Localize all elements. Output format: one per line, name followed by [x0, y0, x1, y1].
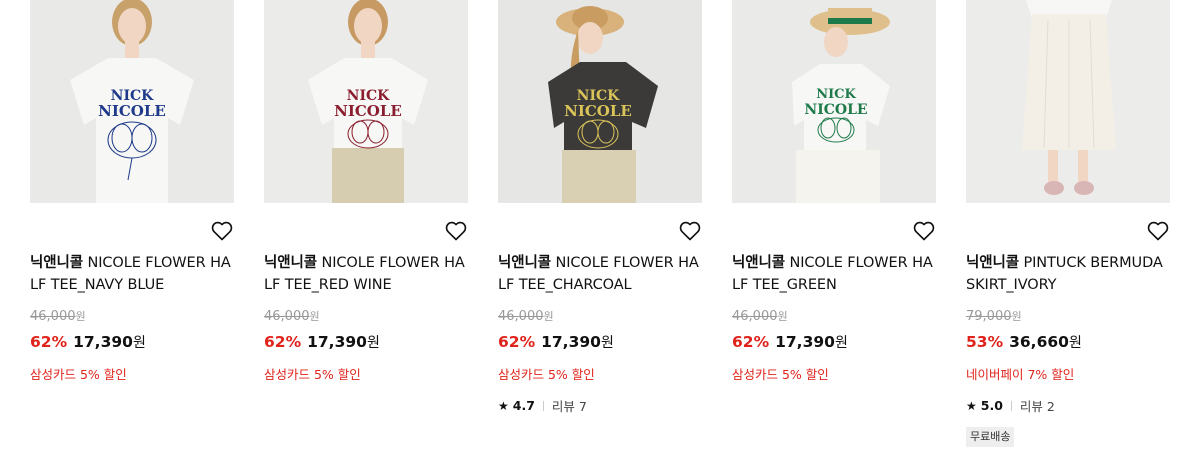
product-image[interactable]: NICK NICOLE: [264, 0, 468, 203]
original-price-unit: 원: [543, 310, 554, 323]
divider: [542, 400, 544, 411]
product-grid: NICK NICOLE 닉앤니콜 NICOLE FLOWER HALF TEE_…: [0, 0, 1177, 456]
product-title[interactable]: 닉앤니콜 NICOLE FLOWER HALF TEE_RED WINE: [264, 252, 468, 296]
review-count: 리뷰 2: [1019, 399, 1055, 414]
sale-price-unit: 원: [600, 335, 614, 351]
original-price: 79,000원: [966, 308, 1022, 324]
product-card[interactable]: NICK NICOLE 닉앤니콜 NICOLE FLOWER HALF TEE_…: [264, 0, 468, 382]
sale-price: 53% 36,660원: [966, 332, 1082, 352]
product-card[interactable]: NICK NICOLE 닉앤니콜 NICOLE FLOWER HALF TEE_…: [732, 0, 936, 382]
heart-icon[interactable]: [210, 219, 234, 243]
heart-icon[interactable]: [678, 219, 702, 243]
promo-text: 삼성카드 5% 할인: [732, 367, 829, 382]
free-shipping-badge: 무료배송: [966, 427, 1015, 447]
product-card[interactable]: 닉앤니콜 PINTUCK BERMUDA SKIRT_IVORY 79,000원…: [966, 0, 1170, 447]
original-price-unit: 원: [75, 310, 86, 323]
svg-text:NICOLE: NICOLE: [804, 102, 867, 118]
original-price: 46,000원: [732, 308, 788, 324]
product-title[interactable]: 닉앤니콜 NICOLE FLOWER HALF TEE_GREEN: [732, 252, 936, 296]
discount-rate: 62%: [30, 333, 68, 351]
heart-icon[interactable]: [1146, 219, 1170, 243]
heart-icon[interactable]: [912, 219, 936, 243]
product-brand: 닉앤니콜: [264, 255, 317, 271]
svg-text:NICOLE: NICOLE: [564, 102, 632, 120]
original-price: 46,000원: [498, 308, 554, 324]
sale-price: 62% 17,390원: [498, 332, 614, 352]
star-icon: ★: [498, 398, 509, 413]
sale-price: 62% 17,390원: [732, 332, 848, 352]
product-card[interactable]: NICK NICOLE 닉앤니콜 NICOLE FLOWER HALF TEE_…: [30, 0, 234, 382]
original-price-unit: 원: [309, 310, 320, 323]
product-brand: 닉앤니콜: [732, 255, 785, 271]
sale-price-value: 17,390: [541, 333, 601, 351]
sale-price-unit: 원: [834, 335, 848, 351]
product-title[interactable]: 닉앤니콜 PINTUCK BERMUDA SKIRT_IVORY: [966, 252, 1170, 296]
original-price-value: 79,000: [966, 309, 1012, 324]
promo-text: 네이버페이 7% 할인: [966, 367, 1075, 382]
sale-price-value: 17,390: [73, 333, 133, 351]
product-brand: 닉앤니콜: [498, 255, 551, 271]
discount-rate: 62%: [264, 333, 302, 351]
product-brand: 닉앤니콜: [966, 255, 1019, 271]
product-image[interactable]: NICK NICOLE: [732, 0, 936, 203]
rating-row[interactable]: ★ 4.7 리뷰 7: [498, 396, 587, 415]
rating-row[interactable]: ★ 5.0 리뷰 2: [966, 396, 1055, 415]
product-image[interactable]: NICK NICOLE: [30, 0, 234, 203]
sale-price-value: 36,660: [1009, 333, 1069, 351]
svg-text:NICOLE: NICOLE: [334, 102, 402, 120]
heart-icon[interactable]: [444, 219, 468, 243]
svg-text:NICK: NICK: [816, 87, 856, 102]
original-price-value: 46,000: [732, 309, 778, 324]
product-title[interactable]: 닉앤니콜 NICOLE FLOWER HALF TEE_CHARCOAL: [498, 252, 702, 296]
sale-price-value: 17,390: [307, 333, 367, 351]
original-price: 46,000원: [264, 308, 320, 324]
sale-price: 62% 17,390원: [30, 332, 146, 352]
sale-price-unit: 원: [366, 335, 380, 351]
sale-price-unit: 원: [132, 335, 146, 351]
original-price-unit: 원: [1011, 310, 1022, 323]
discount-rate: 53%: [966, 333, 1004, 351]
original-price-value: 46,000: [498, 309, 544, 324]
review-count: 리뷰 7: [551, 399, 587, 414]
product-image[interactable]: NICK NICOLE: [498, 0, 702, 203]
promo-text: 삼성카드 5% 할인: [30, 367, 127, 382]
discount-rate: 62%: [498, 333, 536, 351]
rating-score: 5.0: [980, 398, 1003, 413]
discount-rate: 62%: [732, 333, 770, 351]
original-price: 46,000원: [30, 308, 86, 324]
divider: [1010, 400, 1012, 411]
rating-score: 4.7: [512, 398, 535, 413]
product-card[interactable]: NICK NICOLE 닉앤니콜 NICOLE FLOWER HALF TEE_…: [498, 0, 702, 414]
svg-text:NICOLE: NICOLE: [98, 102, 166, 120]
original-price-unit: 원: [777, 310, 788, 323]
product-title[interactable]: 닉앤니콜 NICOLE FLOWER HALF TEE_NAVY BLUE: [30, 252, 234, 296]
original-price-value: 46,000: [30, 309, 76, 324]
original-price-value: 46,000: [264, 309, 310, 324]
star-icon: ★: [966, 398, 977, 413]
sale-price: 62% 17,390원: [264, 332, 380, 352]
sale-price-value: 17,390: [775, 333, 835, 351]
sale-price-unit: 원: [1068, 335, 1082, 351]
promo-text: 삼성카드 5% 할인: [264, 367, 361, 382]
promo-text: 삼성카드 5% 할인: [498, 367, 595, 382]
product-brand: 닉앤니콜: [30, 255, 83, 271]
product-image[interactable]: [966, 0, 1170, 203]
